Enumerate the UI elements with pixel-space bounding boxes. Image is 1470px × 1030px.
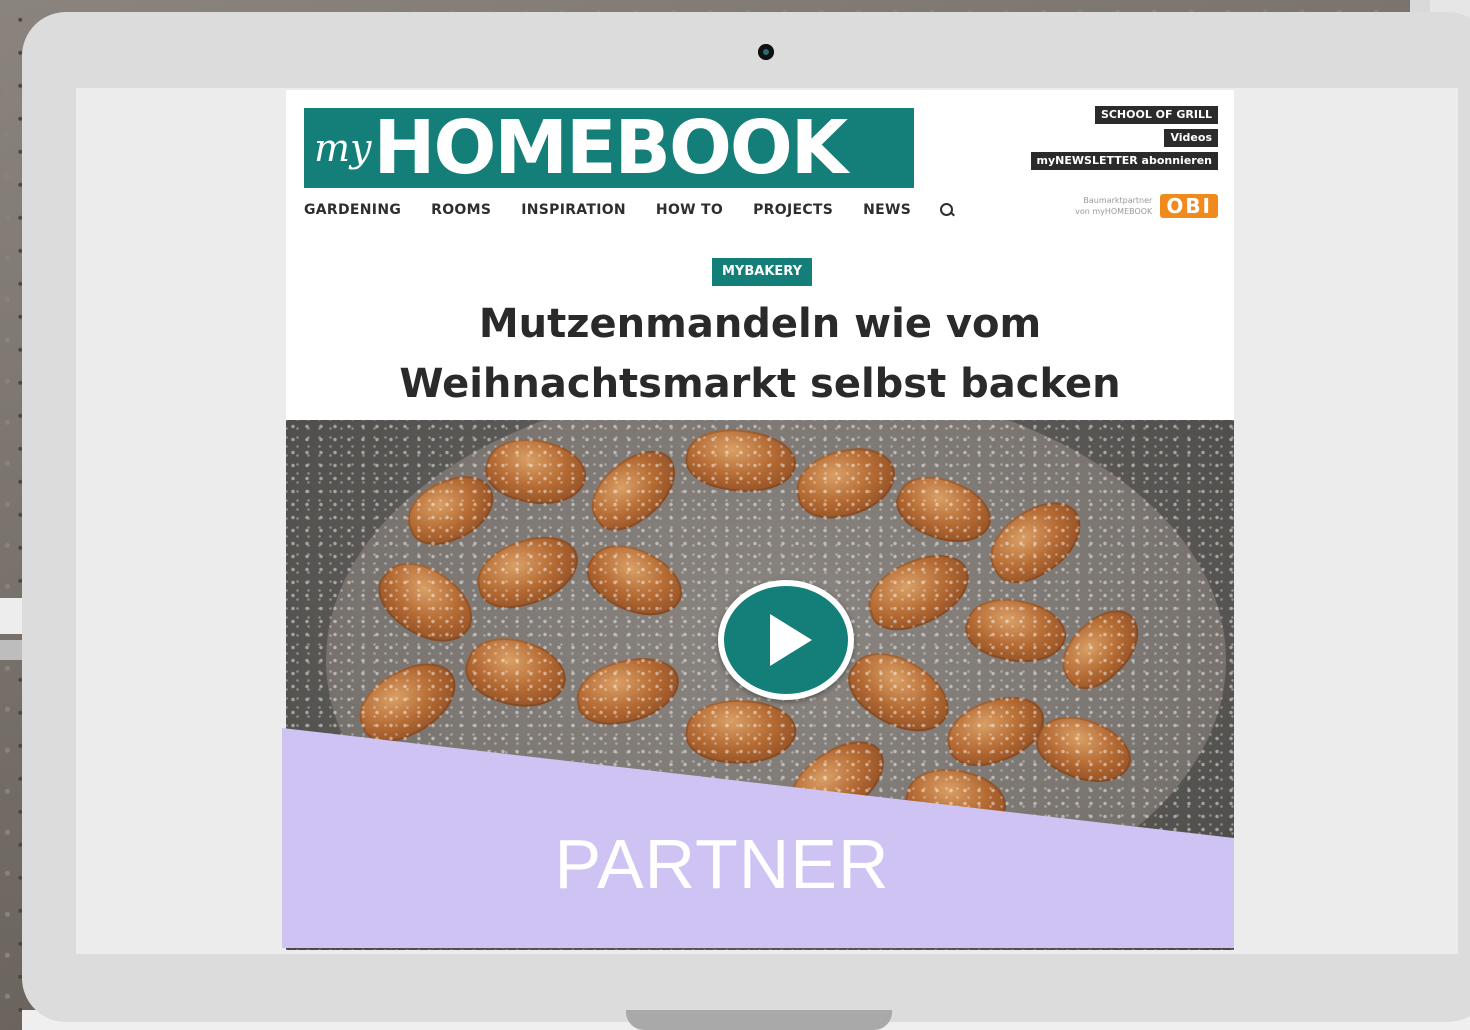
- logo-wordmark: HOMEBOOK: [373, 105, 849, 191]
- link-newsletter[interactable]: myNEWSLETTER abonnieren: [1030, 152, 1218, 170]
- play-button[interactable]: [718, 580, 854, 700]
- laptop-foot: [626, 1010, 892, 1030]
- obi-logo: OBI: [1160, 194, 1218, 218]
- headline-line-2: Weihnachtsmarkt selbst backen: [399, 361, 1121, 407]
- link-videos[interactable]: Videos: [1164, 129, 1218, 147]
- partner-caption-line2: von myHOMEBOOK: [1075, 207, 1153, 216]
- nav-projects[interactable]: PROJECTS: [753, 202, 833, 218]
- nav-news[interactable]: NEWS: [863, 202, 911, 218]
- logo-prefix: my: [314, 126, 372, 170]
- site-logo[interactable]: my HOMEBOOK: [304, 108, 914, 188]
- play-icon: [770, 614, 812, 666]
- webcam-icon: [758, 44, 774, 60]
- partner-banner-label: PARTNER: [554, 825, 890, 903]
- partner-caption: Baumarktpartner von myHOMEBOOK: [1075, 195, 1152, 217]
- nav-gardening[interactable]: GARDENING: [304, 202, 401, 218]
- partner-caption-line1: Baumarktpartner: [1083, 196, 1153, 205]
- utility-links: SCHOOL OF GRILL Videos myNEWSLETTER abon…: [1030, 106, 1218, 170]
- link-school-of-grill[interactable]: SCHOOL OF GRILL: [1094, 106, 1218, 124]
- nav-inspiration[interactable]: INSPIRATION: [521, 202, 626, 218]
- search-icon[interactable]: [939, 202, 955, 218]
- category-badge[interactable]: MYBAKERY: [712, 258, 812, 286]
- main-nav: GARDENING ROOMS INSPIRATION HOW TO PROJE…: [304, 202, 955, 218]
- article-headline: Mutzenmandeln wie vom Weihnachtsmarkt se…: [286, 294, 1234, 414]
- headline-line-1: Mutzenmandeln wie vom: [478, 301, 1042, 347]
- nav-how-to[interactable]: HOW TO: [656, 202, 723, 218]
- hardware-partner[interactable]: Baumarktpartner von myHOMEBOOK OBI: [1075, 194, 1218, 218]
- nav-rooms[interactable]: ROOMS: [431, 202, 491, 218]
